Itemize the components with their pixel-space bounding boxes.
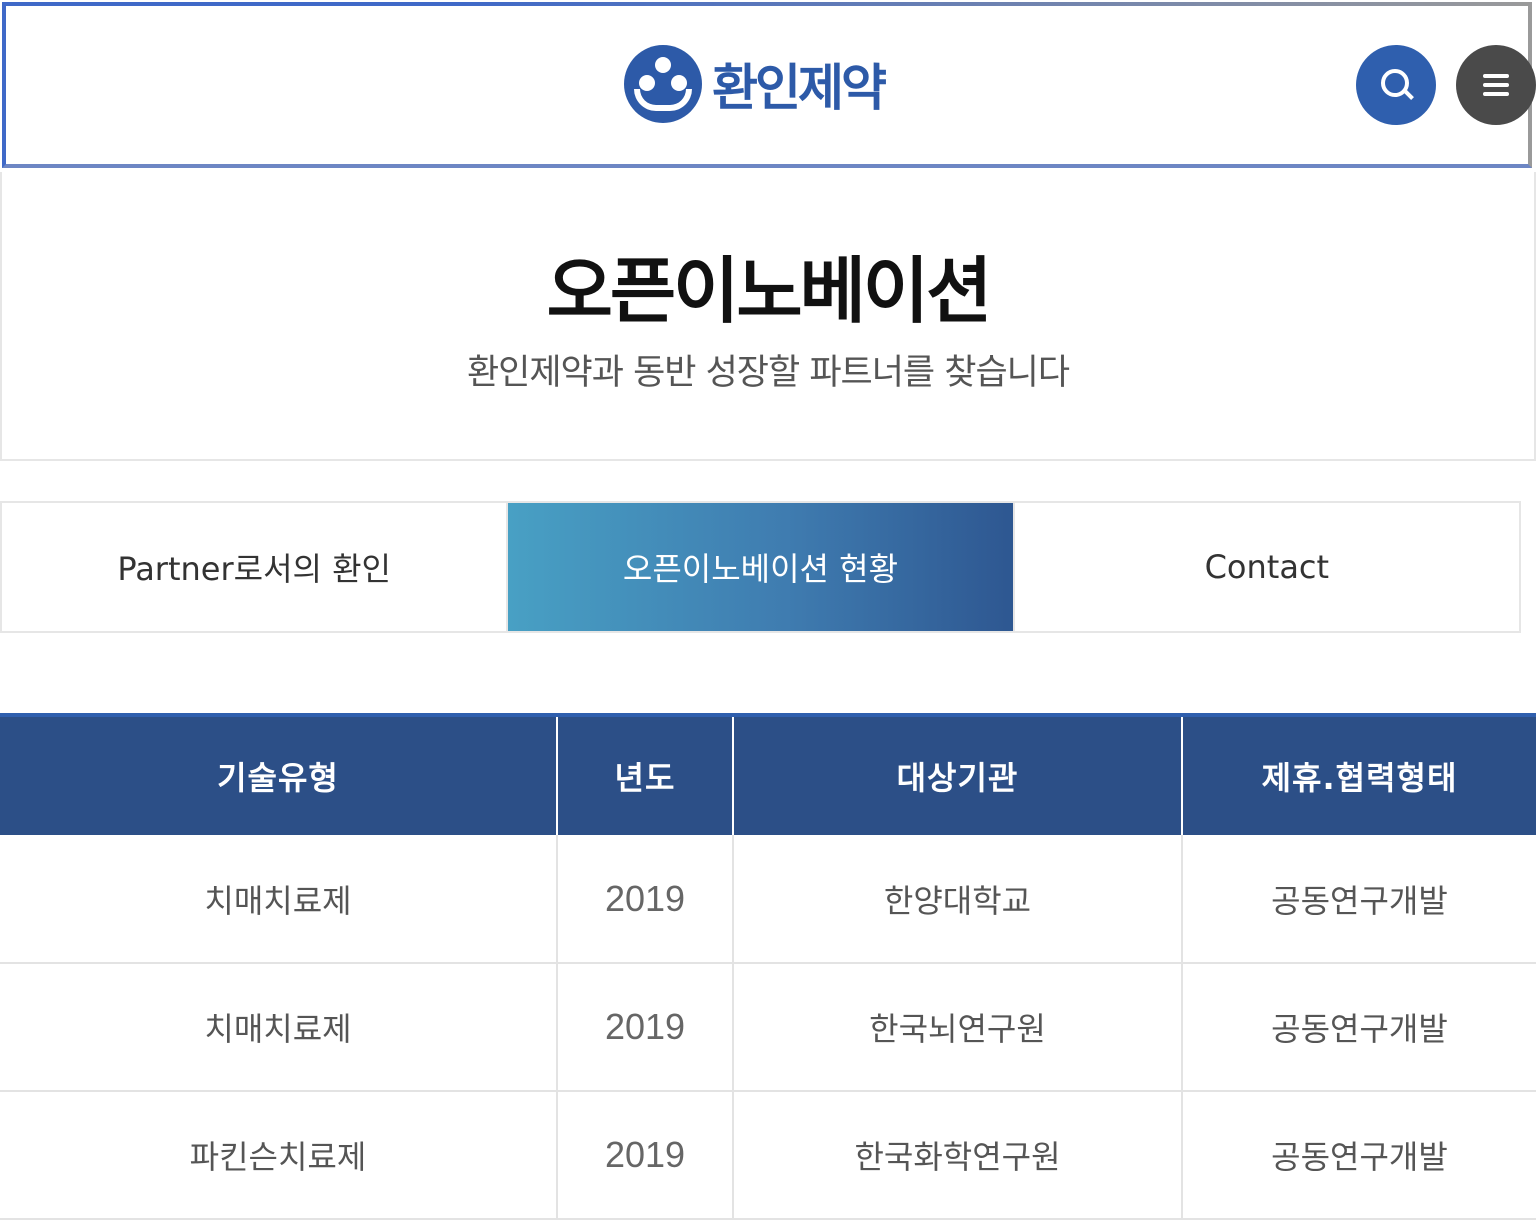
table-header-row: 기술유형 년도 대상기관 제휴.협력형태 (0, 715, 1536, 835)
cell-institution: 한국뇌연구원 (732, 963, 1182, 1092)
cell-partnership-type: 공동연구개발 (1181, 963, 1536, 1092)
cell-institution: 한국화학연구원 (732, 1091, 1182, 1220)
search-button[interactable] (1356, 45, 1436, 125)
page-title: 오픈이노베이션 (546, 249, 993, 333)
cell-year: 2019 (556, 1091, 733, 1220)
cell-year: 2019 (556, 835, 733, 964)
table-row: 치매치료제 2019 한국뇌연구원 공동연구개발 (0, 963, 1536, 1092)
cell-tech-type: 치매치료제 (0, 835, 557, 964)
cell-partnership-type: 공동연구개발 (1181, 1091, 1536, 1220)
column-header-year: 년도 (556, 715, 733, 835)
cell-tech-type: 파킨슨치료제 (0, 1091, 557, 1220)
cell-institution: 한양대학교 (732, 835, 1182, 964)
tab-partner[interactable]: Partner로서의 환인 (2, 503, 507, 631)
menu-button[interactable] (1456, 45, 1536, 125)
table-row: 치매치료제 2019 한양대학교 공동연구개발 (0, 835, 1536, 964)
open-innovation-table: 기술유형 년도 대상기관 제휴.협력형태 치매치료제 2019 한양대학교 공동… (0, 713, 1536, 1220)
tab-contact[interactable]: Contact (1012, 503, 1519, 631)
cell-tech-type: 치매치료제 (0, 963, 557, 1092)
site-header: 환인제약 (0, 0, 1536, 170)
brand-logo[interactable]: 환인제약 (624, 44, 887, 124)
column-header-tech-type: 기술유형 (0, 715, 557, 835)
page-hero: 오픈이노베이션 환인제약과 동반 성장할 파트너를 찾습니다 (0, 172, 1536, 461)
section-tabs: Partner로서의 환인 오픈이노베이션 현황 Contact (0, 501, 1521, 633)
logo-emblem-icon (624, 45, 702, 123)
column-header-partnership-type: 제휴.협력형태 (1181, 715, 1536, 835)
cell-partnership-type: 공동연구개발 (1181, 835, 1536, 964)
page-subtitle: 환인제약과 동반 성장할 파트너를 찾습니다 (466, 353, 1070, 393)
table-row: 파킨슨치료제 2019 한국화학연구원 공동연구개발 (0, 1091, 1536, 1220)
logo-wordmark: 환인제약 (712, 59, 887, 117)
tab-open-innovation-status[interactable]: 오픈이노베이션 현황 (506, 503, 1013, 631)
cell-year: 2019 (556, 963, 733, 1092)
column-header-institution: 대상기관 (732, 715, 1182, 835)
